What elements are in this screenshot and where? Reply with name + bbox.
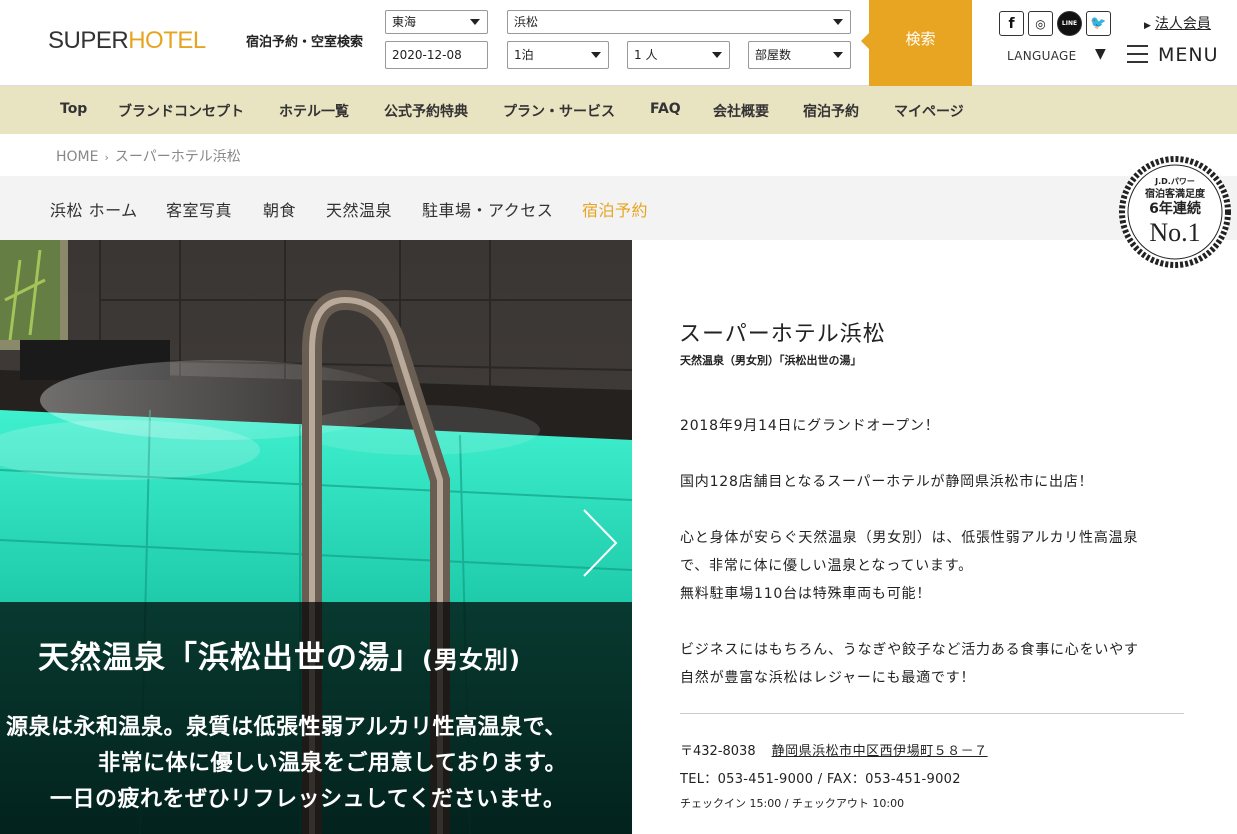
jd-power-award-badge: J.D.パワー 宿泊客満足度 6年連続 No.1 (1119, 156, 1231, 268)
hero-title-main: 天然温泉「浜松出世の湯」 (38, 640, 422, 676)
gnav-item-company[interactable]: 会社概要 (713, 101, 769, 121)
corporate-link-text: 法人会員 (1154, 16, 1211, 32)
subnav-item-room-photos[interactable]: 客室写真 (166, 197, 232, 221)
subnav-item-breakfast[interactable]: 朝食 (263, 197, 296, 221)
language-selector[interactable]: LANGUAGE (1007, 49, 1077, 63)
gnav-item-mypage[interactable]: マイページ (894, 101, 964, 121)
gnav-item-booking-benefits[interactable]: 公式予約特典 (384, 101, 468, 121)
gnav-item-reservation[interactable]: 宿泊予約 (803, 101, 859, 121)
breadcrumb-home[interactable]: HOME (56, 149, 98, 165)
info-paragraph-onsen-line2: で、非常に体に優しい温泉となっています。 (680, 558, 973, 574)
breadcrumb-current: スーパーホテル浜松 (114, 149, 241, 165)
rooms-select[interactable]: 部屋数 (748, 41, 851, 69)
info-paragraph-leisure-line1: ビジネスにはもちろん、うなぎや餃子など活力ある食事に心をいやす (680, 642, 1139, 658)
logo-accent-text: HOTEL (128, 27, 206, 54)
hotel-sub-nav: 浜松 ホーム 客室写真 朝食 天然温泉 駐車場・アクセス 宿泊予約 (0, 176, 1237, 240)
menu-button[interactable]: MENU (1158, 44, 1219, 66)
gnav-item-brand-concept[interactable]: ブランドコンセプト (118, 101, 244, 121)
hero-title-suffix: (男女別) (422, 646, 521, 674)
postal-code: 〒432-8038 (680, 744, 756, 759)
corporate-member-link[interactable]: ▶ 法人会員 (1144, 13, 1211, 33)
checkin-checkout-times: チェックイン 15:00 / チェックアウト 10:00 (680, 797, 905, 810)
hero-body-line2: 非常に体に優しい温泉をご用意しております。 (98, 751, 567, 776)
search-button[interactable]: 検索 (861, 0, 972, 86)
hero-caption: 天然温泉「浜松出世の湯」(男女別) 源泉は永和温泉。泉質は低張性弱アルカリ性高温… (0, 602, 632, 834)
city-select[interactable]: 浜松 (507, 10, 851, 34)
badge-line1: J.D.パワー (1154, 176, 1195, 186)
address-map-link[interactable]: 静岡県浜松市中区西伊場町５８－７ (772, 744, 988, 759)
gnav-item-top[interactable]: Top (60, 101, 87, 117)
info-paragraph-parking: 無料駐車場110台は特殊車両も可能！ (680, 586, 932, 602)
hero-body-line1: 源泉は永和温泉。泉質は低張性弱アルカリ性高温泉で、 (6, 715, 567, 740)
badge-line4: No.1 (1149, 218, 1200, 247)
badge-line2: 宿泊客満足度 (1145, 187, 1206, 200)
nights-select[interactable]: 1泊 (507, 41, 609, 69)
checkin-date-input[interactable]: 2020-12-08 (385, 41, 488, 69)
hero-caption-body: 源泉は永和温泉。泉質は低張性弱アルカリ性高温泉で、 非常に体に優しい温泉をご用意… (0, 710, 632, 818)
facebook-icon[interactable]: f (999, 11, 1024, 36)
slider-next-arrow-icon[interactable] (580, 508, 620, 578)
hero-slider[interactable]: 天然温泉「浜松出世の湯」(男女別) 源泉は永和温泉。泉質は低張性弱アルカリ性高温… (0, 240, 632, 834)
twitter-icon[interactable]: 🐦 (1086, 11, 1111, 36)
site-header: SUPERHOTEL 宿泊予約・空室検索 東海 浜松 2020-12-08 1泊… (0, 0, 1237, 86)
triangle-right-icon: ▶ (1144, 21, 1151, 31)
subnav-item-hot-spring[interactable]: 天然温泉 (326, 197, 392, 221)
info-paragraph-leisure-line2: 自然が豊富な浜松はレジャーにも最適です！ (680, 670, 976, 686)
global-nav: Top ブランドコンセプト ホテル一覧 公式予約特典 プラン・サービス FAQ … (0, 86, 1237, 134)
info-paragraph-onsen-line1: 心と身体が安らぐ天然温泉（男女別）は、低張性弱アルカリ性高温泉 (680, 530, 1139, 546)
region-select[interactable]: 東海 (385, 10, 488, 34)
breadcrumb-separator: › (104, 151, 109, 164)
gnav-item-plans-services[interactable]: プラン・サービス (503, 101, 615, 121)
hamburger-menu-icon[interactable] (1127, 45, 1148, 63)
line-icon[interactable]: LINE (1057, 11, 1082, 36)
guests-select[interactable]: 1 人 (627, 41, 730, 69)
search-label: 宿泊予約・空室検索 (246, 35, 364, 50)
info-paragraph-store-count: 国内128店舗目となるスーパーホテルが静岡県浜松市に出店！ (680, 474, 1094, 490)
hotel-tel-fax: TEL：053-451-9000 / FAX：053-451-9002 (680, 772, 961, 787)
instagram-icon[interactable]: ◎ (1028, 11, 1053, 36)
badge-line3: 6年連続 (1149, 200, 1201, 217)
hero-caption-title: 天然温泉「浜松出世の湯」(男女別) (38, 632, 521, 677)
subnav-item-reservation[interactable]: 宿泊予約 (582, 197, 648, 221)
subnav-item-home[interactable]: 浜松 ホーム (50, 197, 138, 221)
hotel-address: 〒432-8038 静岡県浜松市中区西伊場町５８－７ (680, 740, 988, 759)
logo-text: SUPER (48, 27, 129, 54)
divider (680, 713, 1184, 714)
hotel-name-heading: スーパーホテル浜松 (679, 322, 886, 347)
info-paragraph-opening: 2018年9月14日にグランドオープン！ (680, 418, 940, 434)
gnav-item-faq[interactable]: FAQ (650, 101, 681, 117)
language-caret-icon[interactable]: ▼ (1095, 46, 1106, 62)
breadcrumb: HOME › スーパーホテル浜松 (56, 146, 241, 166)
hotel-subtitle: 天然温泉（男女別）「浜松出世の湯」 (680, 354, 862, 367)
gnav-item-hotel-list[interactable]: ホテル一覧 (279, 101, 349, 121)
subnav-item-parking-access[interactable]: 駐車場・アクセス (422, 197, 553, 221)
hero-body-line3: 一日の疲れをぜひリフレッシュしてくださいませ。 (50, 787, 566, 812)
superhotel-logo[interactable]: SUPERHOTEL (48, 27, 206, 55)
